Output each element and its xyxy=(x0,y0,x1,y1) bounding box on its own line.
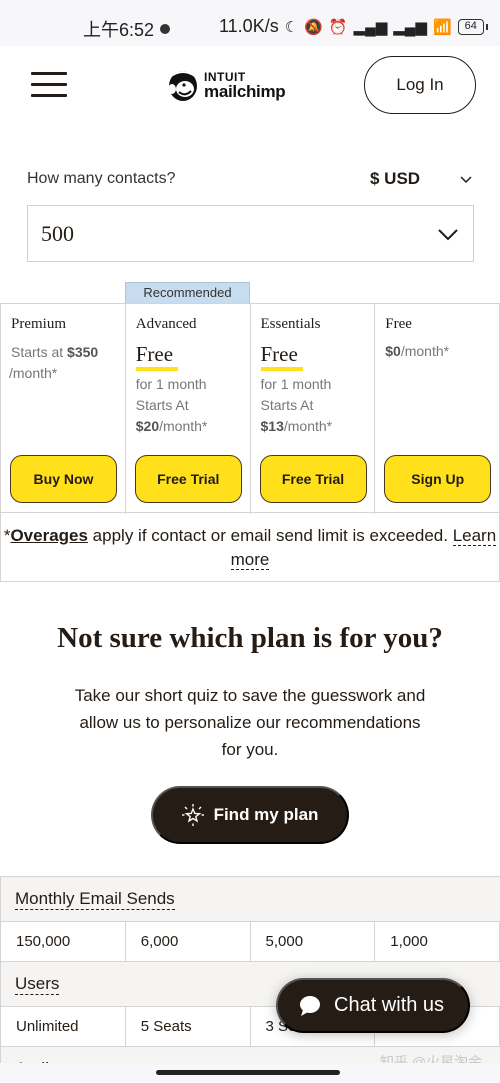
system-nav-bar xyxy=(0,1063,500,1083)
feature-tooltip-users[interactable]: Users xyxy=(15,974,60,995)
contacts-value: 500 xyxy=(41,221,74,246)
recommended-badge: Recommended xyxy=(125,282,250,304)
plan-free-label: Free xyxy=(260,342,298,366)
find-my-plan-label: Find my plan xyxy=(213,805,319,824)
sign-up-button[interactable]: Sign Up xyxy=(384,455,492,503)
chat-bubble-icon xyxy=(300,995,320,1016)
status-time: 上午6:52 xyxy=(83,16,171,42)
plan-price-text: $0/month* xyxy=(385,343,450,359)
plan-premium: Premium Starts at $350 /month* Buy Now xyxy=(1,304,126,514)
chat-label: Chat with us xyxy=(334,994,445,1016)
overage-note: *Overages apply if contact or email send… xyxy=(0,512,500,582)
plan-name: Essentials xyxy=(260,316,321,332)
login-button[interactable]: Log In xyxy=(364,56,476,114)
wifi-icon: 📶 xyxy=(432,18,452,36)
freddie-monkey-icon xyxy=(168,71,197,101)
plan-name: Free xyxy=(385,316,412,332)
chevron-down-icon[interactable] xyxy=(459,172,473,186)
table-cell: Unlimited xyxy=(1,1007,126,1046)
free-trial-button[interactable]: Free Trial xyxy=(134,455,242,503)
logo-intuit: INTUIT xyxy=(204,69,246,84)
alarm-icon: ⏰ xyxy=(328,18,348,36)
contacts-row: How many contacts? $ USD xyxy=(27,169,473,194)
table-cell: 6,000 xyxy=(126,922,251,961)
status-icons: 11.0K/s ☾ 🔕 ⏰ ▂▄▆ ▂▄▆ 📶 64 xyxy=(219,16,489,37)
chat-with-us-button[interactable]: Chat with us xyxy=(276,978,470,1033)
find-my-plan-button[interactable]: Find my plan xyxy=(151,786,349,844)
free-underline xyxy=(260,367,303,371)
plans-grid: Premium Starts at $350 /month* Buy Now A… xyxy=(0,303,500,514)
network-speed: 11.0K/s xyxy=(219,16,279,36)
table-row: 150,000 6,000 5,000 1,000 xyxy=(0,922,500,962)
site-header: INTUIT mailchimp Log In xyxy=(0,46,500,124)
quiz-description: Take our short quiz to save the guesswor… xyxy=(74,686,426,759)
table-cell: 1,000 xyxy=(375,922,500,961)
battery-icon: 64 xyxy=(457,18,489,35)
plan-advanced: Advanced Free for 1 month Starts At $20/… xyxy=(126,304,251,514)
quiz-title: Not sure which plan is for you? xyxy=(57,622,443,654)
features-table: Monthly Email Sends 150,000 6,000 5,000 … xyxy=(0,876,500,1080)
table-cell: 5,000 xyxy=(251,922,376,961)
plan-price-text: for 1 month Starts At $20/month* xyxy=(135,376,208,434)
chevron-down-icon xyxy=(438,229,458,241)
plan-price-text: Starts at $350 /month* xyxy=(9,344,99,381)
notification-dot-icon xyxy=(160,24,171,34)
status-bar: 上午6:52 11.0K/s ☾ 🔕 ⏰ ▂▄▆ ▂▄▆ 📶 64 xyxy=(0,0,500,46)
signal-icon: ▂▄▆ xyxy=(353,18,388,36)
currency-select[interactable]: $ USD xyxy=(370,169,420,189)
sparkle-star-icon xyxy=(181,804,204,826)
feature-tooltip-email-sends[interactable]: Monthly Email Sends xyxy=(15,889,175,910)
table-cell: 150,000 xyxy=(1,922,126,961)
free-trial-button[interactable]: Free Trial xyxy=(259,455,367,503)
signal-icon: ▂▄▆ xyxy=(393,18,427,36)
plan-name: Premium xyxy=(11,316,66,332)
plan-free: Free $0/month* Sign Up xyxy=(375,304,500,514)
overages-link[interactable]: Overages xyxy=(10,526,88,545)
contacts-dropdown[interactable]: 500 xyxy=(27,205,474,262)
mute-icon: 🔕 xyxy=(304,18,323,36)
plan-name: Advanced xyxy=(135,316,197,332)
moon-icon: ☾ xyxy=(284,18,299,36)
plan-free-label: Free xyxy=(135,342,174,366)
buy-now-button[interactable]: Buy Now xyxy=(10,455,117,503)
table-cell: 5 Seats xyxy=(126,1007,251,1046)
feature-header-email-sends: Monthly Email Sends xyxy=(0,877,500,922)
contacts-label: How many contacts? xyxy=(27,170,176,187)
plan-price-text: for 1 month Starts At $13/month* xyxy=(260,376,333,434)
clock: 上午6:52 xyxy=(83,20,155,40)
plan-essentials: Essentials Free for 1 month Starts At $1… xyxy=(251,304,376,514)
logo-mailchimp: mailchimp xyxy=(204,81,286,101)
free-underline xyxy=(135,367,178,371)
home-indicator[interactable] xyxy=(156,1070,340,1075)
mailchimp-logo[interactable]: INTUIT mailchimp xyxy=(166,67,286,103)
hamburger-icon[interactable] xyxy=(31,72,67,98)
